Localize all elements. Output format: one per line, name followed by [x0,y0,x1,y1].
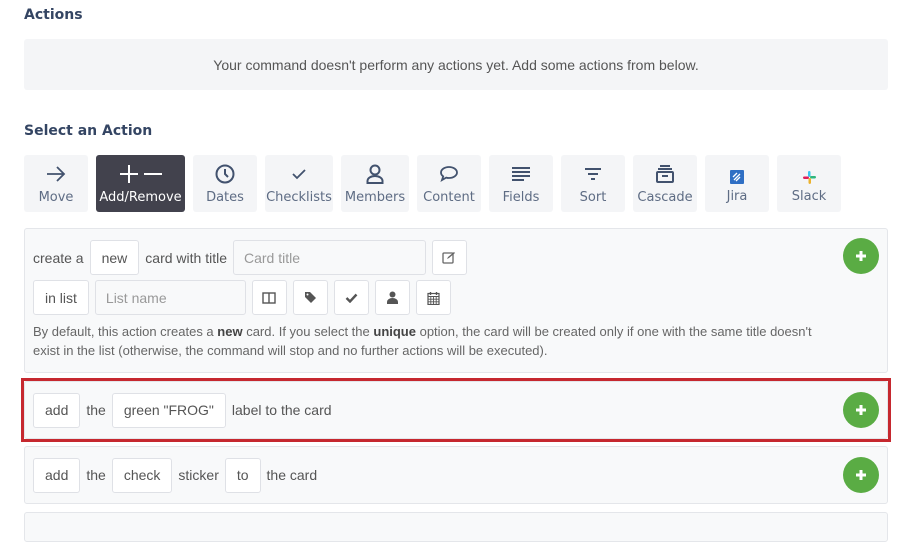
tile-label: Jira [726,189,748,204]
plus-icon [856,405,866,415]
create-card-row-1: create a new card with title Card title [33,240,879,275]
tile-cascade[interactable]: Cascade [633,155,697,212]
sticker-prep-chip[interactable]: to [224,457,261,493]
label-verb-chip[interactable]: add [33,392,81,428]
list-mode-chip[interactable]: in list [33,280,89,315]
card-mode-chip[interactable]: new [89,240,140,275]
tile-label: Dates [206,190,244,205]
sticker-word-text: sticker [178,467,219,483]
tile-label: Move [38,190,74,205]
plus-icon [856,251,866,261]
list-name-input[interactable]: List name [94,280,246,315]
jira-icon [730,167,744,187]
label-the-text: the [86,402,106,418]
edit-title-button[interactable] [431,240,467,275]
person-icon [366,162,384,186]
label-action-row: add the green "FROG" label to the card [33,392,332,428]
tile-checklists[interactable]: Checklists [265,155,333,212]
create-card-action: create a new card with title Card title … [24,228,888,373]
tile-members[interactable]: Members [341,155,409,212]
label-suffix-text: label to the card [231,402,332,418]
plus-minus-icon [118,162,164,186]
lines-icon [511,162,531,186]
actions-heading: Actions [24,7,83,23]
tile-label: Sort [579,190,607,205]
tile-jira[interactable]: Jira [705,155,769,212]
clock-icon [215,162,235,186]
tile-label: Cascade [637,190,693,205]
tile-content[interactable]: Content [417,155,481,212]
tile-label: Add/Remove [99,190,182,205]
edit-icon [442,252,456,264]
select-action-heading: Select an Action [24,123,153,139]
sticker-select-chip[interactable]: check [111,457,173,493]
sticker-verb-chip[interactable]: add [33,457,81,493]
user-icon [386,291,398,304]
tile-label: Checklists [266,190,332,205]
empty-actions-text: Your command doesn't perform any actions… [213,56,699,73]
sticker-the-text: the [86,467,106,483]
tile-label: Fields [502,190,540,205]
add-sticker-action-button[interactable] [843,457,879,493]
sticker-suffix-text: the card [266,467,318,483]
next-action-card [24,512,888,542]
tile-move[interactable]: Move [24,155,88,212]
calendar-icon [427,291,440,305]
checklist-button[interactable] [333,280,369,315]
check-icon [345,293,358,303]
member-button[interactable] [374,280,410,315]
add-sticker-action: add the check sticker to the card [24,446,888,504]
position-button[interactable] [251,280,287,315]
add-label-action-button[interactable] [843,392,879,428]
create-middle-text: card with title [145,249,227,266]
arrow-right-icon [46,162,66,186]
create-card-row-2: in list List name [33,280,879,315]
create-prefix-text: create a [33,249,84,266]
tile-label: Slack [791,189,827,204]
add-label-action: add the green "FROG" label to the card [24,381,888,439]
sticker-action-row: add the check sticker to the card [33,457,318,493]
due-date-button[interactable] [415,280,451,315]
label-button[interactable] [292,280,328,315]
columns-icon [262,291,277,304]
tile-dates[interactable]: Dates [193,155,257,212]
tile-fields[interactable]: Fields [489,155,553,212]
sort-icon [583,162,603,186]
tag-icon [304,292,316,303]
speech-bubble-icon [439,162,459,186]
plus-icon [856,470,866,480]
tile-label: Members [344,190,406,205]
tile-slack[interactable]: Slack [777,155,841,212]
empty-actions-message: Your command doesn't perform any actions… [24,39,888,90]
card-title-input[interactable]: Card title [232,240,426,275]
create-card-help-text: By default, this action creates a new ca… [33,324,812,358]
action-category-tiles: Move Add/Remove Dates Checklists Members… [24,155,841,212]
label-select-chip[interactable]: green "FROG" [111,392,226,428]
tile-add-remove[interactable]: Add/Remove [96,155,185,212]
archive-icon [655,162,675,186]
slack-icon [802,167,816,187]
add-create-card-action-button[interactable] [843,238,879,274]
tile-label: Content [423,190,475,205]
check-icon [291,162,307,186]
tile-sort[interactable]: Sort [561,155,625,212]
